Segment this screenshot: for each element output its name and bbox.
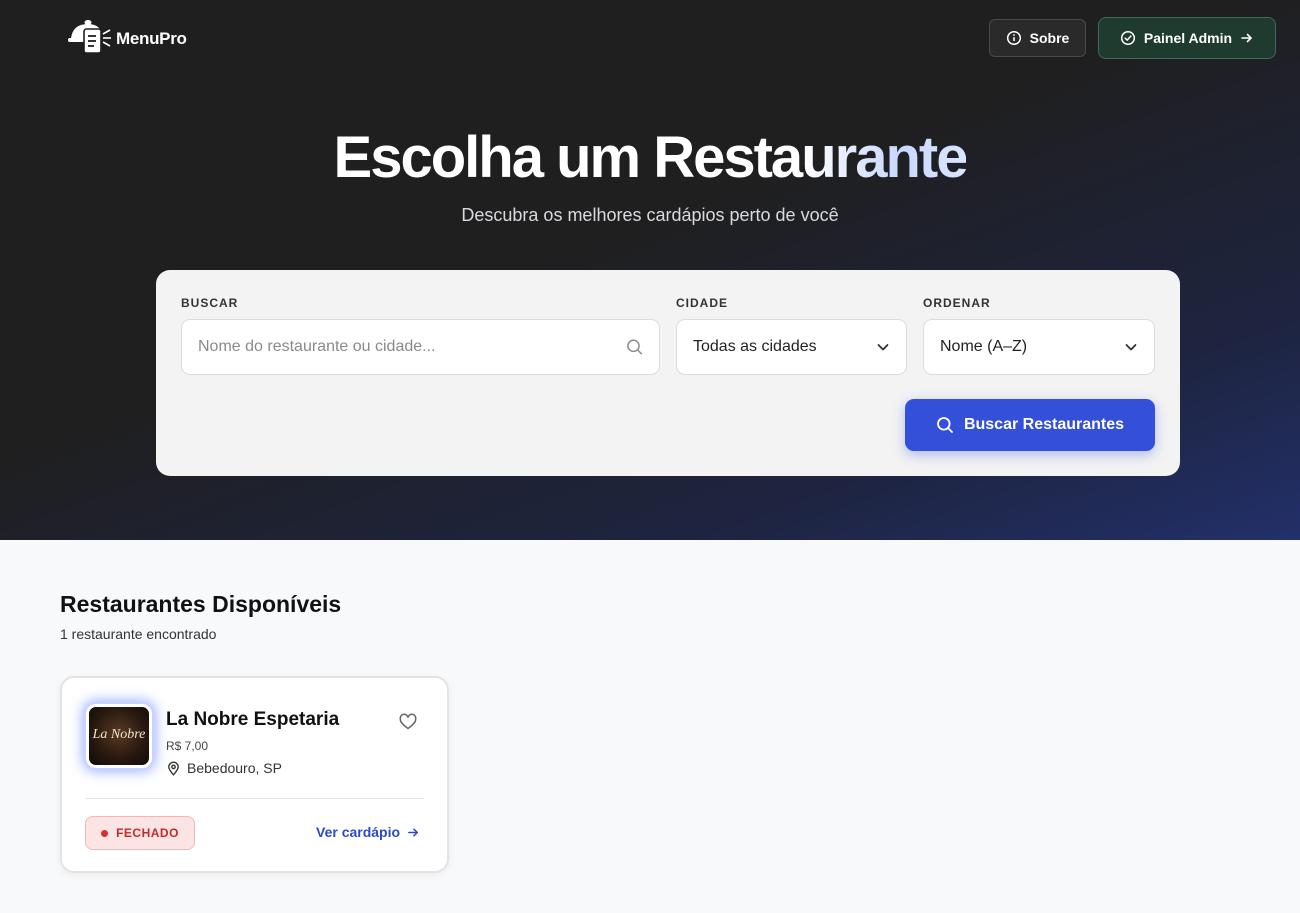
chevron-down-icon bbox=[1125, 344, 1137, 351]
admin-panel-button[interactable]: Painel Admin bbox=[1098, 17, 1276, 59]
about-label: Sobre bbox=[1029, 30, 1070, 46]
hero-section: MenuPro Sobre Painel Admin Escolha um Re… bbox=[0, 0, 1300, 540]
page-title: Escolha um Restaurante bbox=[0, 124, 1300, 192]
status-dot bbox=[101, 829, 109, 837]
restaurant-price: R$ 7,00 bbox=[166, 739, 209, 753]
logo-text: MenuPro bbox=[116, 29, 187, 48]
map-pin-icon bbox=[168, 761, 179, 775]
search-icon bbox=[626, 339, 642, 355]
order-field-label: ORDENAR bbox=[923, 296, 991, 310]
check-circle-icon bbox=[1120, 30, 1135, 46]
results-count: 1 restaurante encontrado bbox=[60, 626, 217, 642]
search-button-label: Buscar Restaurantes bbox=[963, 416, 1125, 433]
results-title: Restaurantes Disponíveis bbox=[60, 591, 342, 617]
status-text: FECHADO bbox=[116, 826, 179, 840]
search-panel: BUSCAR CIDADE Todas as cidades ORDENAR N… bbox=[156, 270, 1180, 476]
location-text: Bebedouro, SP bbox=[187, 760, 282, 776]
chevron-down-icon bbox=[877, 344, 889, 351]
logo[interactable]: MenuPro bbox=[66, 18, 187, 58]
view-menu-link[interactable]: Ver cardápio bbox=[316, 824, 420, 840]
restaurant-location: Bebedouro, SP bbox=[166, 760, 282, 776]
thumbnail-logo-text: La Nobre bbox=[92, 727, 146, 742]
favorite-heart-icon[interactable] bbox=[398, 712, 418, 732]
info-icon bbox=[1006, 30, 1021, 46]
admin-label: Painel Admin bbox=[1143, 30, 1233, 46]
search-restaurants-button[interactable]: Buscar Restaurantes bbox=[905, 399, 1155, 451]
restaurant-name: La Nobre Espetaria bbox=[166, 709, 340, 730]
restaurant-card[interactable]: La Nobre La Nobre Espetaria R$ 7,00 Bebe… bbox=[60, 676, 449, 873]
status-badge: FECHADO bbox=[85, 816, 195, 850]
search-icon bbox=[937, 417, 953, 433]
search-field-label: BUSCAR bbox=[181, 296, 239, 310]
view-menu-label: Ver cardápio bbox=[316, 824, 401, 840]
arrow-right-icon bbox=[408, 827, 419, 837]
title-part-gradient: urante bbox=[801, 125, 968, 190]
title-part-plain: Escolha um Resta bbox=[333, 125, 804, 190]
restaurant-thumbnail: La Nobre bbox=[86, 704, 152, 768]
about-button[interactable]: Sobre bbox=[989, 19, 1086, 57]
city-select[interactable]: Todas as cidades bbox=[676, 319, 907, 375]
order-select[interactable]: Nome (A–Z) bbox=[923, 319, 1155, 375]
city-field-label: CIDADE bbox=[676, 296, 729, 310]
city-select-value: Todas as cidades bbox=[693, 338, 817, 355]
search-field[interactable] bbox=[181, 319, 660, 375]
arrow-right-icon bbox=[1241, 33, 1252, 43]
card-divider bbox=[85, 798, 424, 799]
page-subtitle: Descubra os melhores cardápios perto de … bbox=[461, 205, 839, 225]
search-input[interactable] bbox=[198, 338, 626, 356]
menupro-logo-icon bbox=[68, 20, 111, 54]
order-select-value: Nome (A–Z) bbox=[940, 338, 1028, 355]
